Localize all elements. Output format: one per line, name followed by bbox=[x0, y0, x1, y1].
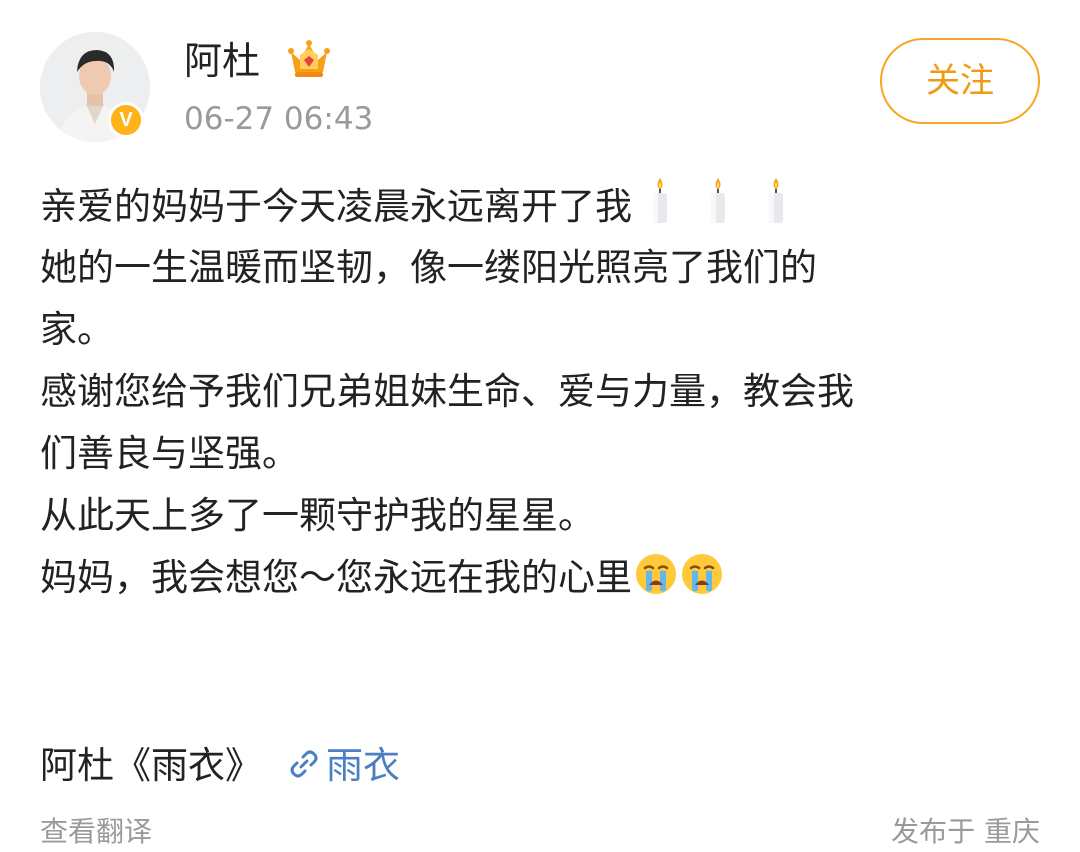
post-timestamp: 06-27 06:43 bbox=[184, 101, 374, 137]
post-line: 从此天上多了一颗守护我的星星。 bbox=[40, 494, 595, 537]
music-title: 阿杜《雨衣》 bbox=[40, 744, 262, 787]
candle-icon bbox=[653, 178, 667, 223]
post-line: 亲爱的妈妈于今天凌晨永远离开了我 bbox=[40, 175, 1040, 237]
music-line: 阿杜《雨衣》 雨衣 bbox=[40, 738, 400, 794]
candle-icon bbox=[769, 178, 783, 223]
follow-button[interactable]: 关注 bbox=[880, 38, 1040, 124]
post-line: 妈妈，我会想您～您永远在我的心里 bbox=[40, 547, 1040, 609]
music-link[interactable]: 雨衣 bbox=[326, 744, 400, 787]
crying-face-icon bbox=[636, 554, 676, 594]
post-line: 她的一生温暖而坚韧，像一缕阳光照亮了我们的 bbox=[40, 246, 817, 289]
post-line: 家。 bbox=[40, 308, 114, 351]
post-body: 亲爱的妈妈于今天凌晨永远离开了我 她的一生温暖而坚韧，像一缕阳光照亮了我们的 家… bbox=[40, 175, 1040, 609]
post-location: 发布于 重庆 bbox=[891, 815, 1040, 848]
crown-icon bbox=[288, 40, 330, 77]
candle-icon bbox=[711, 178, 725, 223]
link-icon[interactable] bbox=[288, 748, 320, 780]
username[interactable]: 阿杜 bbox=[184, 37, 260, 85]
crying-face-icon bbox=[682, 554, 722, 594]
post-line: 们善良与坚强。 bbox=[40, 432, 299, 475]
verified-badge: V bbox=[108, 102, 144, 138]
post-line: 感谢您给予我们兄弟姐妹生命、爱与力量，教会我 bbox=[40, 370, 854, 413]
translate-link[interactable]: 查看翻译 bbox=[40, 812, 152, 852]
